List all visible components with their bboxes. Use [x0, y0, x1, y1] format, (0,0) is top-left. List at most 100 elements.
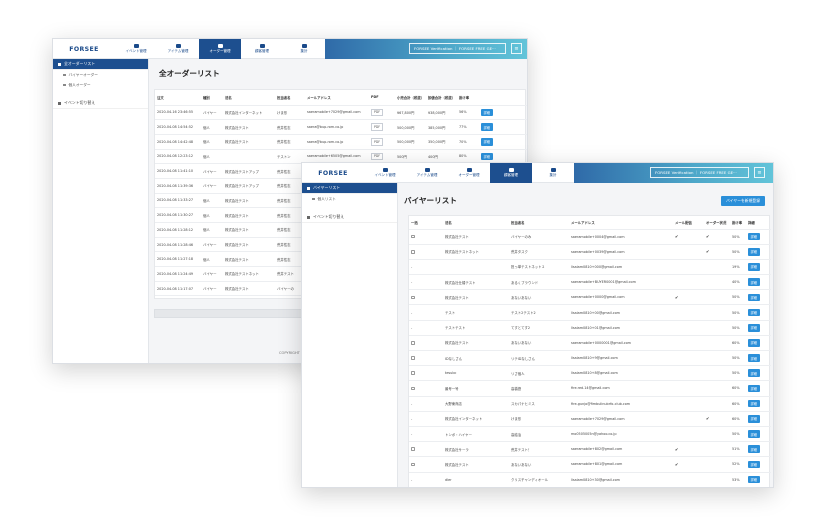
table-row[interactable]: - トンボ・ハイヤー 高結治 mo0505005n@yahoo.co.jp 50% 詳細 — [409, 426, 771, 443]
menu-icon[interactable]: ≡ — [511, 43, 522, 54]
nav-orders[interactable]: オーダー管理 — [448, 163, 490, 183]
row-checkbox[interactable] — [411, 356, 415, 360]
row-checkbox[interactable] — [411, 447, 415, 452]
row-checkbox[interactable] — [411, 249, 415, 254]
table-row[interactable]: - dler クリスチャンディオール lisaiam0810+30@gmail.com… — [409, 472, 771, 487]
nav-summary[interactable]: 集計 — [532, 163, 574, 183]
forsee-logo[interactable]: FORSEE — [53, 39, 115, 59]
nav-items[interactable]: アイテム管理 — [406, 163, 448, 183]
cell-text: 2020-04-16 23:46:55 — [157, 110, 194, 115]
row-checkbox[interactable] — [411, 341, 415, 345]
table-row[interactable]: 株式会社サーラ 荒井テスト！ saeramobile+802@gmail.com ✔ 5… — [409, 441, 771, 458]
table-cell: 個人 — [201, 134, 223, 150]
detail-button[interactable]: 詳細 — [481, 152, 493, 161]
cell-text: IDなしさん — [445, 356, 463, 361]
table-row[interactable]: 2020-04-08 14:42:48 個人 株式会社テスト 荒井性志 saera@bu… — [155, 134, 527, 150]
row-checkbox[interactable] — [411, 386, 415, 391]
table-row[interactable]: 株式会社テスト あないあない saeramobile+0000001@gmail.c… — [409, 335, 771, 352]
detail-button[interactable]: 詳細 — [481, 137, 493, 146]
table-cell: 詳細 — [746, 320, 771, 336]
pdf-button[interactable]: PDF — [371, 108, 384, 117]
table-row[interactable]: - 担っ単テストネット２ lisaiam0810+000@gmail.com 19% 詳… — [409, 259, 771, 276]
detail-button[interactable]: 詳細 — [748, 293, 760, 302]
table-row[interactable]: 株式会社テスト あないあない saeramobile+0000@gmail.com ✔… — [409, 289, 771, 306]
nav-event[interactable]: イベント管理 — [364, 163, 406, 183]
cell-text: 2020-04-08 14:54:52 — [157, 125, 194, 130]
sidebar-item-event-switch[interactable]: イベント切り替え — [53, 98, 148, 109]
table-cell: saeramobile+802@gmail.com — [569, 441, 673, 458]
table-row[interactable]: IDなしさん リテIDなしさん lisaiam0810+9@gmail.com 50%… — [409, 350, 771, 367]
table-cell: 個人 — [201, 207, 223, 223]
sidebar-item-buyer-orders[interactable]: バイヤーオーダー — [53, 70, 148, 80]
cell-text: 荒井テスト — [277, 272, 294, 277]
detail-button[interactable]: 詳細 — [748, 445, 760, 454]
table-row[interactable]: 2020-04-08 14:54:52 個人 株式会社テスト 荒井性志 saera@bu… — [155, 119, 527, 135]
sidebar-item-all-orders[interactable]: 全オーダーリスト — [53, 59, 148, 70]
table-cell: 19% — [730, 259, 746, 276]
detail-button[interactable]: 詳細 — [748, 339, 760, 347]
table-cell: saeramobile+7029@gmail.com — [569, 411, 673, 427]
table-cell — [704, 350, 730, 367]
cell-text: 77% — [459, 125, 467, 130]
detail-button[interactable]: 詳細 — [748, 384, 760, 393]
nav-customers[interactable]: 顧客管理 — [241, 39, 283, 59]
pdf-button[interactable]: PDF — [371, 152, 384, 161]
menu-icon[interactable]: ≡ — [754, 167, 765, 178]
detail-button[interactable]: 詳細 — [748, 460, 760, 469]
pdf-button[interactable]: PDF — [371, 137, 384, 146]
event-selector[interactable]: FORSEE Verification ｜ FORSEE FREE GE··· — [650, 167, 749, 178]
new-buyer-button[interactable]: バイヤーを新規登録 — [720, 196, 765, 206]
sidebar-item-buyer-list[interactable]: バイヤーリスト — [302, 183, 397, 194]
table-row[interactable]: 最号一号 高橋啓 fire.red.14@gmail.com 60% 詳細 — [409, 380, 771, 397]
nav-items[interactable]: アイテム管理 — [157, 39, 199, 59]
nav-event[interactable]: イベント管理 — [115, 39, 157, 59]
sidebar-item-personal-list[interactable]: 個人リスト — [302, 194, 397, 204]
detail-button[interactable]: 詳細 — [748, 354, 760, 362]
detail-button[interactable]: 詳細 — [748, 308, 760, 317]
detail-button[interactable]: 詳細 — [481, 108, 493, 117]
table-row[interactable]: 株式会社テスト バイヤーのみ saeramobile+0004@gmail.com ✔… — [409, 229, 771, 245]
nav-orders[interactable]: オーダー管理 — [199, 39, 241, 59]
check-icon: ✔ — [706, 249, 710, 255]
detail-button[interactable]: 詳細 — [748, 475, 760, 484]
table-row[interactable]: tesubc リさ個人 lisaiam0810+8@gmail.com 50% 詳細 — [409, 365, 771, 382]
detail-button[interactable]: 詳細 — [748, 247, 760, 256]
detail-button[interactable]: 詳細 — [748, 278, 760, 286]
table-cell: 株式会社テスト — [443, 335, 509, 352]
table-row[interactable]: 株式会社テストネット 荒井タスク saeramobile+0039@gmail.co… — [409, 244, 771, 260]
detail-button[interactable]: 詳細 — [748, 399, 760, 408]
nav-customers[interactable]: 顧客管理 — [490, 163, 532, 183]
table-cell: lisaiam0810+9@gmail.com — [569, 350, 673, 367]
sidebar-item-personal-orders[interactable]: 個人オーダー — [53, 80, 148, 90]
row-checkbox[interactable] — [411, 462, 415, 467]
detail-button[interactable]: 詳細 — [748, 415, 760, 423]
cell-text: 荒井タスク — [511, 250, 528, 255]
table-row[interactable]: 2020-04-16 23:46:55 バイヤー 株式会社インターネット けま形 sae… — [155, 105, 527, 121]
table-cell: 株式会社テスト — [443, 456, 509, 473]
table-cell: mo0505005n@yahoo.co.jp — [569, 426, 673, 443]
row-checkbox[interactable] — [411, 234, 415, 239]
pdf-button[interactable]: PDF — [371, 123, 384, 131]
table-row[interactable]: - 大野東商店 スカパナヒミス fire-gunjo@fimbulinubrfo-cl… — [409, 396, 771, 412]
table-row[interactable]: - 株式会社インターネット けま形 saeramobile+7029@gmail.co… — [409, 411, 771, 427]
pagination-bar[interactable] — [154, 309, 304, 318]
table-row[interactable]: - テストテスト てすとてす2 lisaiam0810+01@gmail.com 50%… — [409, 320, 771, 336]
table-cell: 株式会社テスト — [443, 229, 509, 245]
detail-button[interactable]: 詳細 — [748, 232, 760, 241]
detail-button[interactable]: 詳細 — [748, 369, 760, 378]
detail-button[interactable]: 詳細 — [748, 430, 760, 438]
table-row[interactable]: - 株式会社仕椿テスト あるくブラウンド saeramobile+BUYER0001@… — [409, 274, 771, 291]
row-checkbox[interactable] — [411, 295, 415, 300]
detail-button[interactable]: 詳細 — [748, 263, 760, 271]
row-checkbox[interactable] — [411, 371, 415, 376]
event-selector[interactable]: FORSEE Verification ｜ FORSEE FREE GE··· — [409, 43, 506, 54]
table-row[interactable]: 株式会社テスト あないあない saeramobile+801@gmail.com ✔ 5… — [409, 456, 771, 473]
table-cell: PDF — [369, 105, 395, 121]
table-row[interactable]: - テスト テスト2テスト2 lisaiam0810+00@gmail.com 50% 詳… — [409, 304, 771, 321]
detail-button[interactable]: 詳細 — [748, 323, 760, 332]
forsee-logo[interactable]: FORSEE — [302, 163, 364, 183]
sidebar-item-event-switch[interactable]: イベント切り替え — [302, 212, 397, 223]
detail-button[interactable]: 詳細 — [481, 123, 493, 131]
nav-summary[interactable]: 集計 — [283, 39, 325, 59]
table-cell: 高橋啓 — [509, 380, 569, 397]
